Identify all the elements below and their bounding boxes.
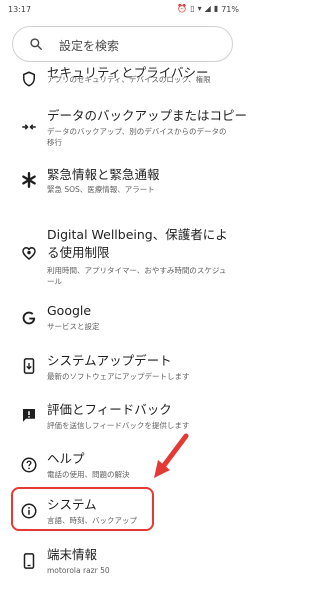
settings-item-about-phone[interactable]: 端末情報 motorola razr 50 [0, 544, 245, 584]
wifi-icon: ▾ [197, 4, 202, 13]
status-time: 13:17 [8, 5, 32, 14]
status-bar: 13:17 ⏰ ▯ ▾ ◢ ▮ 71% [0, 0, 245, 22]
alarm-icon: ⏰ [177, 4, 188, 13]
signal-icon: ◢ [204, 4, 211, 13]
battery-icon: ▮ [213, 4, 219, 13]
google-icon [22, 311, 36, 325]
status-icons: ⏰ ▯ ▾ ◢ ▮ 71% [177, 4, 239, 14]
settings-item-subtitle: 評価を送信しフィードバックを提供します [47, 421, 190, 430]
settings-item-title: ヘルプ [47, 451, 85, 466]
system-update-icon [23, 358, 35, 374]
battery-percent: 71% [221, 4, 239, 14]
settings-item-subtitle: 緊急 SOS、医療情報、アラート [47, 185, 155, 194]
settings-item-title: 評価とフィードバック [47, 402, 172, 417]
settings-item-system-update[interactable]: システムアップデート 最新のソフトウェアにアップデートします [0, 350, 245, 390]
settings-item-google[interactable]: Google サービスと設定 [0, 302, 245, 342]
settings-item-title: 緊急情報と緊急通報 [47, 167, 160, 182]
search-icon [30, 38, 42, 50]
wellbeing-icon [22, 246, 36, 260]
settings-item-subtitle: 最新のソフトウェアにアップデートします [47, 372, 190, 381]
settings-item-title: データのバックアップまたはコピー [47, 108, 248, 123]
feedback-icon [23, 409, 35, 422]
asterisk-icon [22, 172, 36, 188]
highlight-box [11, 487, 154, 531]
settings-item-title: 端末情報 [47, 547, 98, 562]
settings-item-subtitle: サービスと設定 [47, 322, 100, 331]
settings-item-subtitle: アプリのセキュリティ、デバイスのロック、権限 [47, 75, 211, 84]
annotation-arrow-icon [154, 433, 189, 478]
settings-item-subtitle: 電話の使用、問題の解決 [47, 470, 130, 479]
phone-icon [23, 553, 35, 569]
settings-item-subtitle: データのバックアップ、別のデバイスからのデータの移行 [47, 127, 227, 147]
settings-item-subtitle: motorola razr 50 [47, 566, 110, 575]
vibrate-icon: ▯ [190, 4, 195, 13]
settings-item-backup[interactable]: データのバックアップまたはコピー データのバックアップ、別のデバイスからのデータ… [0, 102, 248, 154]
settings-item-feedback[interactable]: 評価とフィードバック 評価を送信しフィードバックを提供します [0, 399, 245, 439]
settings-item-help[interactable]: ヘルプ 電話の使用、問題の解決 [0, 448, 245, 488]
settings-item-title: システムアップデート [47, 353, 172, 368]
data-transfer-icon [22, 124, 36, 130]
settings-item-subtitle: 利用時間、アプリタイマー、おやすみ時間のスケジュール [47, 266, 227, 286]
settings-item-title: Digital Wellbeing、保護者による使用制限 [47, 227, 228, 260]
settings-item-emergency[interactable]: 緊急情報と緊急通報 緊急 SOS、医療情報、アラート [0, 160, 245, 200]
settings-item-title: Google [47, 303, 92, 318]
settings-item-security[interactable]: セキュリティとプライバシー アプリのセキュリティ、デバイスのロック、権限 [0, 52, 245, 92]
help-icon [21, 457, 37, 473]
shield-icon [23, 71, 35, 87]
settings-item-wellbeing[interactable]: Digital Wellbeing、保護者による使用制限 利用時間、アプリタイマ… [0, 222, 245, 292]
